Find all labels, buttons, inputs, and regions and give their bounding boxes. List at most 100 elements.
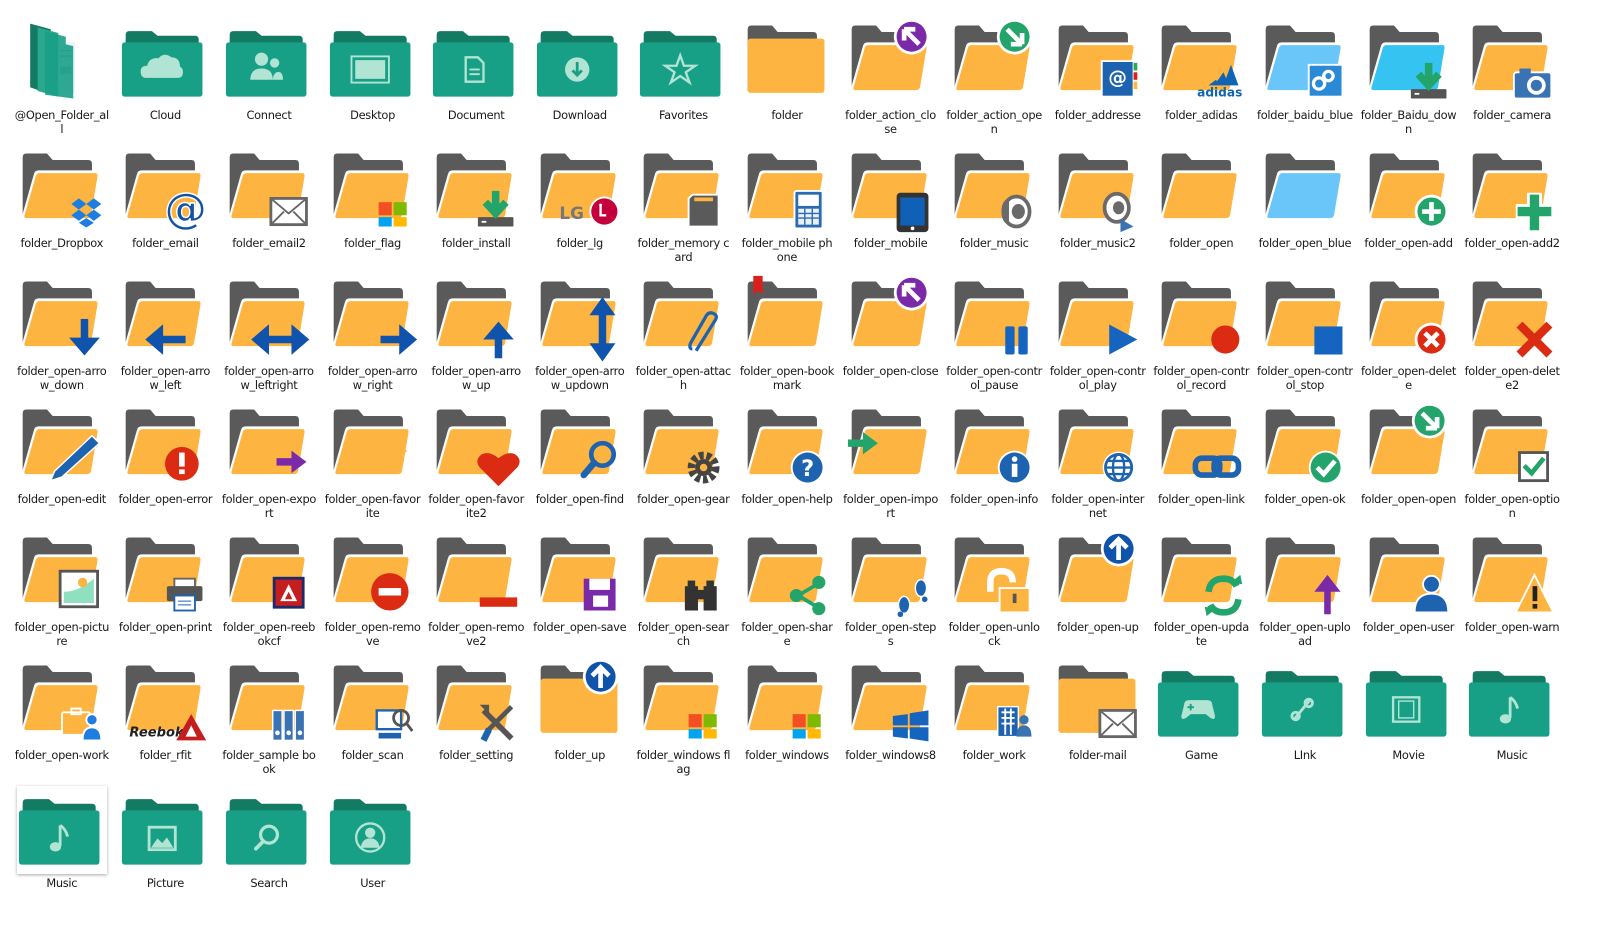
folder-item-folder-lg[interactable]: LG folder_lg <box>528 146 632 274</box>
folder-item-folder-open-delete2[interactable]: folder_open-delete2 <box>1460 274 1564 402</box>
folder-item-folder-open[interactable]: folder_open <box>1150 146 1254 274</box>
folder-icon[interactable] <box>1364 274 1454 362</box>
folder-item-folder-setting[interactable]: folder_setting <box>424 658 528 786</box>
folder-item-desktop[interactable]: Desktop <box>321 18 425 146</box>
folder-item-folder-action-open[interactable]: folder_action_open <box>942 18 1046 146</box>
folder-item-folder-open-edit[interactable]: folder_open-edit <box>10 402 114 530</box>
folder-icon[interactable] <box>638 530 728 618</box>
folder-icon[interactable] <box>1053 274 1143 362</box>
folder-item-folder[interactable]: folder <box>735 18 839 146</box>
folder-icon[interactable] <box>431 146 521 234</box>
folder-item-folder-open-picture[interactable]: folder_open-picture <box>10 530 114 658</box>
folder-item-folder-open-add[interactable]: folder_open-add <box>1357 146 1461 274</box>
folder-item-folder-open-export[interactable]: folder_open-export <box>217 402 321 530</box>
folder-item-folder-open-unlock[interactable]: folder_open-unlock <box>942 530 1046 658</box>
folder-item-search[interactable]: Search <box>217 786 321 914</box>
folder-item-folder-music[interactable]: folder_music <box>942 146 1046 274</box>
folder-item-folder-memory-card[interactable]: folder_memory card <box>632 146 736 274</box>
folder-item-folder-open-control-play[interactable]: folder_open-control_play <box>1046 274 1150 402</box>
folder-item-connect[interactable]: Connect <box>217 18 321 146</box>
folder-icon[interactable] <box>742 530 832 618</box>
folder-icon[interactable] <box>120 786 210 874</box>
folder-item-folder-mail[interactable]: folder-mail <box>1046 658 1150 786</box>
folder-icon[interactable] <box>1260 18 1350 106</box>
folder-icon[interactable] <box>431 18 521 106</box>
folder-item-folder-up[interactable]: folder_up <box>528 658 632 786</box>
folder-item-folder-action-close[interactable]: folder_action_close <box>839 18 943 146</box>
folder-icon[interactable] <box>1156 402 1246 490</box>
folder-item-folder-open-ok[interactable]: folder_open-ok <box>1253 402 1357 530</box>
folder-item-folder-open-arrow-left[interactable]: folder_open-arrow_left <box>114 274 218 402</box>
folder-item-folder-windows[interactable]: folder_windows <box>735 658 839 786</box>
folder-icon[interactable] <box>17 658 107 746</box>
folder-icon[interactable] <box>1156 658 1246 746</box>
folder-item-folder-open-close[interactable]: folder_open-close <box>839 274 943 402</box>
folder-item-folder-flag[interactable]: folder_flag <box>321 146 425 274</box>
folder-item-folder-windows8[interactable]: folder_windows8 <box>839 658 943 786</box>
folder-icon[interactable]: Reebok <box>120 658 210 746</box>
folder-item-folder-mobile-phone[interactable]: folder_mobile phone <box>735 146 839 274</box>
folder-item-folder-adidas[interactable]: adidas folder_adidas <box>1150 18 1254 146</box>
folder-icon[interactable] <box>328 18 418 106</box>
folder-item-folder-email[interactable]: @ folder_email <box>114 146 218 274</box>
folder-icon[interactable] <box>328 786 418 874</box>
folder-icon[interactable] <box>1053 658 1143 746</box>
folder-icon[interactable] <box>328 530 418 618</box>
folder-icon[interactable] <box>1260 402 1350 490</box>
folder-item-folder-open-upload[interactable]: folder_open-upload <box>1253 530 1357 658</box>
folder-icon[interactable]: ? <box>742 402 832 490</box>
folder-icon[interactable] <box>742 274 832 362</box>
folder-item-folder-open-gear[interactable]: folder_open-gear <box>632 402 736 530</box>
folder-icon[interactable] <box>742 18 832 106</box>
folder-item-folder-open-remove[interactable]: folder_open-remove <box>321 530 425 658</box>
folder-icon[interactable] <box>1364 658 1454 746</box>
folder-icon[interactable] <box>1467 274 1557 362</box>
folder-icon[interactable] <box>328 402 418 490</box>
folder-icon[interactable] <box>1156 530 1246 618</box>
folder-icon[interactable] <box>224 658 314 746</box>
folder-item-folder-open-favorite[interactable]: folder_open-favorite <box>321 402 425 530</box>
folder-item-folder-open-blue[interactable]: folder_open_blue <box>1253 146 1357 274</box>
folder-icon[interactable] <box>1156 146 1246 234</box>
folder-item-folder-open-arrow-updown[interactable]: folder_open-arrow_updown <box>528 274 632 402</box>
folder-icon[interactable] <box>224 274 314 362</box>
folder-item-folder-rfit[interactable]: Reebok folder_rfit <box>114 658 218 786</box>
folder-icon[interactable] <box>1364 146 1454 234</box>
folder-item-folder-open-control-pause[interactable]: folder_open-control_pause <box>942 274 1046 402</box>
folder-item-folder-open-steps[interactable]: folder_open-steps <box>839 530 943 658</box>
folder-icon[interactable] <box>1053 530 1143 618</box>
folder-icon[interactable] <box>1467 18 1557 106</box>
folder-icon[interactable] <box>224 530 314 618</box>
folder-icon[interactable] <box>431 402 521 490</box>
folder-icon[interactable] <box>224 18 314 106</box>
folder-icon[interactable] <box>535 402 625 490</box>
folder-item-music[interactable]: Music <box>1460 658 1564 786</box>
folder-item-folder-camera[interactable]: folder_camera <box>1460 18 1564 146</box>
folder-item-folder-open-print[interactable]: folder_open-print <box>114 530 218 658</box>
folder-icon[interactable] <box>638 146 728 234</box>
folder-icon[interactable] <box>17 18 107 106</box>
folder-item-folder-open-open[interactable]: folder_open-open <box>1357 402 1461 530</box>
folder-icon[interactable] <box>1053 402 1143 490</box>
folder-icon[interactable] <box>1364 530 1454 618</box>
folder-icon[interactable] <box>1467 402 1557 490</box>
folder-icon[interactable] <box>846 530 936 618</box>
folder-icon[interactable] <box>1053 146 1143 234</box>
folder-icon[interactable] <box>1260 658 1350 746</box>
folder-item-folder-open-warn[interactable]: folder_open-warn <box>1460 530 1564 658</box>
folder-icon[interactable] <box>535 18 625 106</box>
folder-icon[interactable]: @ <box>1053 18 1143 106</box>
folder-icon[interactable] <box>742 658 832 746</box>
folder-item-folder-open-arrow-right[interactable]: folder_open-arrow_right <box>321 274 425 402</box>
folder-item-folder-open-link[interactable]: folder_open-link <box>1150 402 1254 530</box>
folder-icon[interactable] <box>224 402 314 490</box>
folder-icon[interactable] <box>949 274 1039 362</box>
folder-icon[interactable] <box>120 402 210 490</box>
folder-item-folder-open-find[interactable]: folder_open-find <box>528 402 632 530</box>
folder-icon[interactable] <box>638 18 728 106</box>
folder-item-music[interactable]: Music <box>10 786 114 914</box>
folder-icon[interactable] <box>17 146 107 234</box>
folder-item-folder-dropbox[interactable]: folder_Dropbox <box>10 146 114 274</box>
folder-icon[interactable] <box>949 18 1039 106</box>
folder-item-folder-mobile[interactable]: folder_mobile <box>839 146 943 274</box>
